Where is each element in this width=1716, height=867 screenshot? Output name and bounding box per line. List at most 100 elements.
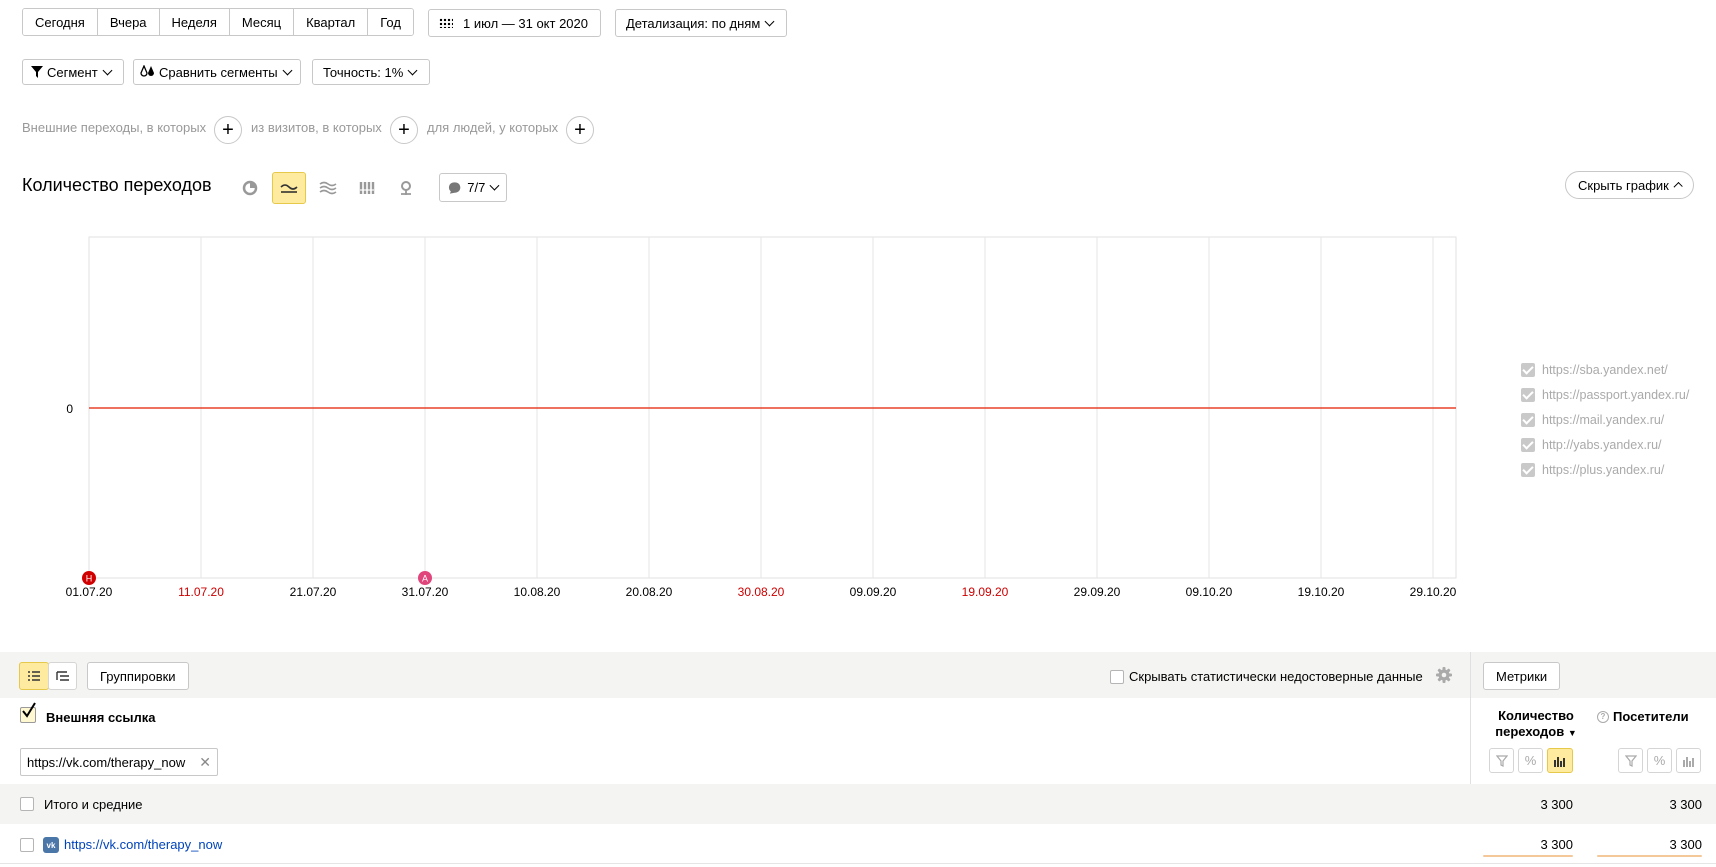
x-tick-label: 29.09.20 <box>1073 585 1121 599</box>
row-link[interactable]: https://vk.com/therapy_now <box>64 837 222 852</box>
comments-count: 7/7 <box>467 180 486 195</box>
drops-icon <box>140 65 154 77</box>
col1-bars-button[interactable] <box>1547 748 1573 773</box>
col1-filter-button[interactable] <box>1489 748 1514 773</box>
accuracy-label: Точность: 1% <box>323 64 404 80</box>
row-checkbox[interactable] <box>20 838 34 852</box>
area-chart-icon <box>319 181 337 195</box>
tab-week[interactable]: Неделя <box>159 9 230 35</box>
row-visitors-value: 3 300 <box>1669 837 1702 852</box>
compare-segments-button[interactable]: Сравнить сегменты <box>133 59 301 85</box>
event-marker[interactable]: А <box>418 571 432 585</box>
event-marker-label: Н <box>86 574 93 584</box>
total-row-checkbox[interactable] <box>20 797 34 811</box>
accuracy-dropdown[interactable]: Точность: 1% <box>312 59 430 85</box>
x-tick-label: 19.09.20 <box>961 585 1009 599</box>
hide-unreliable-checkbox[interactable] <box>1110 670 1124 684</box>
chevron-up-icon <box>1673 181 1683 192</box>
event-marker[interactable]: Н <box>82 571 96 585</box>
hide-unreliable-label: Скрывать статистически недостоверные дан… <box>1129 669 1423 684</box>
add-hit-filter-button[interactable]: + <box>214 116 242 144</box>
funnel-icon <box>1495 754 1508 767</box>
x-tick-label: 09.10.20 <box>1185 585 1233 599</box>
percent-icon: % <box>1653 753 1666 768</box>
x-tick-label: 21.07.20 <box>289 585 337 599</box>
date-range-label: 1 июл — 31 окт 2020 <box>463 15 588 31</box>
tab-year[interactable]: Год <box>368 9 413 35</box>
add-visit-filter-button[interactable]: + <box>390 116 418 144</box>
map-chart-type-button[interactable] <box>389 172 423 204</box>
metrics-button[interactable]: Метрики <box>1483 662 1561 690</box>
tab-quarter[interactable]: Квартал <box>294 9 369 35</box>
calendar-icon <box>439 18 453 28</box>
tree-icon <box>55 671 69 681</box>
segment-label: Сегмент <box>47 64 98 80</box>
date-range-button[interactable]: 1 июл — 31 окт 2020 <box>428 9 601 37</box>
pie-chart-icon <box>242 180 258 196</box>
legend-item-sba[interactable]: https://sba.yandex.net/ <box>1521 363 1668 377</box>
tab-month[interactable]: Месяц <box>229 9 295 35</box>
table-total-row <box>0 784 1716 824</box>
comments-dropdown[interactable]: 7/7 <box>439 173 507 202</box>
segment-button[interactable]: Сегмент <box>22 59 124 85</box>
legend-item-passport[interactable]: https://passport.yandex.ru/ <box>1521 388 1689 402</box>
legend-label: https://plus.yandex.ru/ <box>1542 463 1665 477</box>
x-tick-label: 31.07.20 <box>401 585 449 599</box>
col2-filter-button[interactable] <box>1618 748 1643 773</box>
legend-checkbox[interactable] <box>1521 438 1535 452</box>
add-user-filter-button[interactable]: + <box>566 116 594 144</box>
chevron-down-icon <box>764 16 775 26</box>
hide-chart-button[interactable]: Скрыть график <box>1565 171 1694 199</box>
line-chart-type-button[interactable] <box>272 172 306 204</box>
plus-icon: + <box>222 119 234 141</box>
bar-chart-type-button[interactable] <box>350 172 384 204</box>
tree-view-button[interactable] <box>48 662 77 690</box>
x-tick-label: 10.08.20 <box>513 585 561 599</box>
area-chart-type-button[interactable] <box>311 172 345 204</box>
gear-icon[interactable] <box>1435 666 1453 684</box>
tab-today[interactable]: Сегодня <box>23 9 98 35</box>
bars-icon <box>1554 756 1565 767</box>
legend-item-plus[interactable]: https://plus.yandex.ru/ <box>1521 463 1664 477</box>
line-chart: 0 Н А <box>66 236 1457 585</box>
map-pin-icon <box>401 181 411 195</box>
legend-checkbox[interactable] <box>1521 388 1535 402</box>
pie-chart-type-button[interactable] <box>233 172 267 204</box>
col-visitors-label: Посетители <box>1613 709 1689 724</box>
dimension-checkbox[interactable] <box>20 702 36 723</box>
funnel-icon <box>1624 754 1637 767</box>
dimension-filter-input[interactable]: https://vk.com/therapy_now ✕ <box>20 748 218 776</box>
col-transitions-header[interactable]: Количество переходов ▼ <box>1480 708 1592 741</box>
row-transitions-bar <box>1483 855 1573 857</box>
detail-label: Детализация: по дням <box>626 15 761 31</box>
total-row-label: Итого и средние <box>44 797 143 812</box>
col2-percent-button[interactable]: % <box>1647 748 1672 773</box>
legend-checkbox[interactable] <box>1521 413 1535 427</box>
legend-checkbox[interactable] <box>1521 363 1535 377</box>
legend-label: https://passport.yandex.ru/ <box>1542 388 1690 402</box>
tab-yesterday[interactable]: Вчера <box>97 9 160 35</box>
bar-chart-icon <box>359 182 375 194</box>
x-tick-label: 29.10.20 <box>1409 585 1457 599</box>
chevron-down-icon <box>282 65 293 75</box>
metrics-label: Метрики <box>1496 668 1548 684</box>
legend-item-mail[interactable]: https://mail.yandex.ru/ <box>1521 413 1664 427</box>
clear-icon[interactable]: ✕ <box>199 754 211 771</box>
filter-hint-visits: из визитов, в которых <box>251 120 382 135</box>
compare-label: Сравнить сегменты <box>159 64 278 80</box>
table-row <box>0 824 1716 864</box>
list-icon <box>28 671 40 681</box>
filter-hint-people: для людей, у которых <box>427 120 559 135</box>
legend-item-yabs[interactable]: http://yabs.yandex.ru/ <box>1521 438 1662 452</box>
detail-dropdown[interactable]: Детализация: по дням <box>615 9 787 37</box>
col2-bars-button[interactable] <box>1676 748 1701 773</box>
col1-percent-button[interactable]: % <box>1518 748 1543 773</box>
legend-label: http://yabs.yandex.ru/ <box>1542 438 1662 452</box>
help-icon[interactable]: ? <box>1597 710 1609 723</box>
list-view-button[interactable] <box>19 662 49 690</box>
filter-hint-external: Внешние переходы, в которых <box>22 120 207 135</box>
legend-checkbox[interactable] <box>1521 463 1535 477</box>
percent-icon: % <box>1524 753 1537 768</box>
groupings-button[interactable]: Группировки <box>87 662 189 690</box>
col-visitors-header[interactable]: ? Посетители <box>1597 709 1689 724</box>
